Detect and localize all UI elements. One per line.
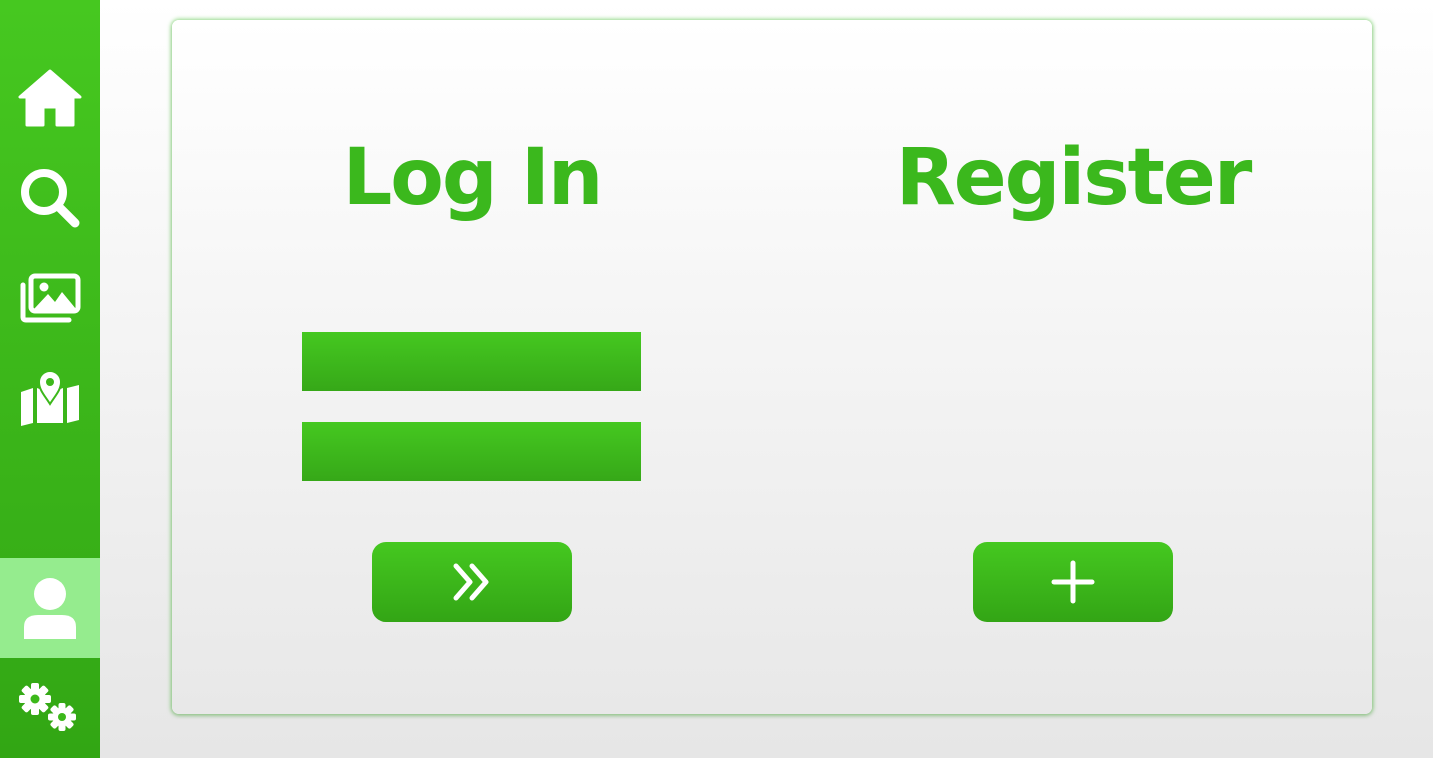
home-icon	[18, 69, 82, 127]
username-input[interactable]	[302, 332, 641, 391]
nav-settings-button[interactable]	[0, 658, 100, 758]
register-title: Register	[895, 133, 1253, 223]
password-input[interactable]	[302, 422, 641, 481]
photo-gallery-icon	[20, 273, 81, 323]
register-add-button[interactable]	[973, 542, 1173, 622]
gears-icon	[19, 683, 76, 731]
double-chevron-right-icon	[453, 563, 489, 601]
auth-card: Log In Register	[172, 20, 1372, 714]
map-pin-icon	[21, 370, 79, 426]
login-title: Log In	[342, 133, 604, 223]
nav-map-button[interactable]	[0, 348, 100, 448]
nav-user-button[interactable]	[0, 558, 100, 658]
user-icon	[24, 578, 76, 639]
login-submit-button[interactable]	[372, 542, 572, 622]
plus-icon	[1051, 560, 1095, 604]
nav-home-button[interactable]	[0, 48, 100, 148]
nav-gallery-button[interactable]	[0, 248, 100, 348]
nav-search-button[interactable]	[0, 148, 100, 248]
search-icon	[21, 169, 80, 228]
sidebar	[0, 0, 100, 758]
